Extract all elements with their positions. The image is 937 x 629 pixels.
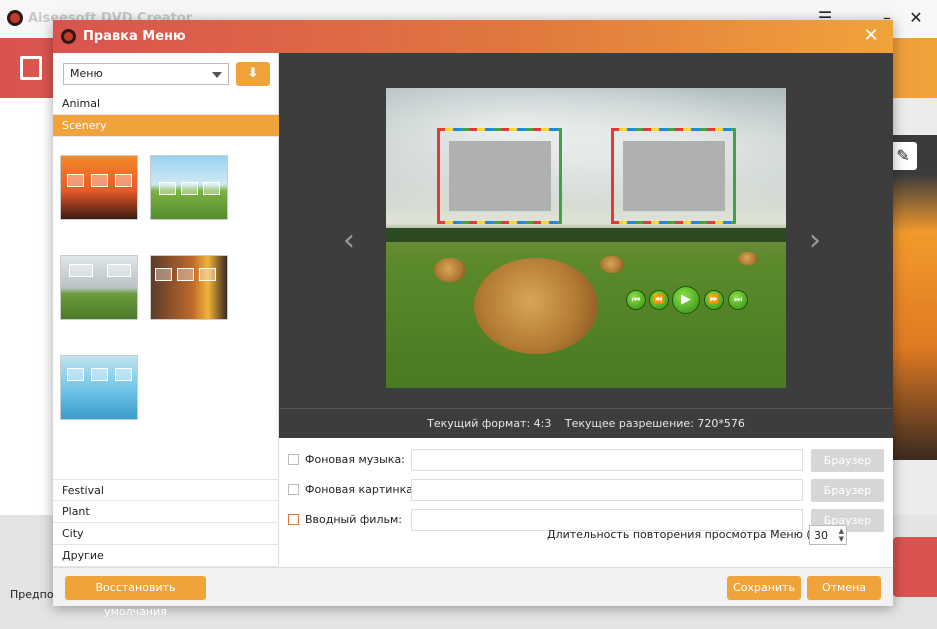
chapter-frame[interactable] — [437, 128, 562, 224]
edit-icon[interactable]: ✎ — [889, 142, 917, 170]
menu-type-select[interactable]: Меню — [63, 63, 229, 85]
stepper-arrows-icon[interactable]: ▲ ▼ — [839, 527, 844, 543]
hay-bale — [600, 256, 624, 273]
dialog-title: Правка Меню — [83, 29, 186, 44]
next-arrow-icon[interactable]: › — [809, 223, 821, 258]
category-plant[interactable]: Plant — [53, 501, 279, 523]
repeat-duration-stepper[interactable]: 30 ▲ ▼ — [809, 525, 847, 545]
preview-panel: ‹ › ⏮ ⏪ ▶ ⏩ ⏭ Текущий формат: 4:3 Текуще… — [279, 53, 893, 567]
category-animal[interactable]: Animal — [53, 93, 279, 115]
cancel-button[interactable]: Отмена — [807, 576, 881, 600]
restore-defaults-button[interactable]: Восстановить умолчания — [65, 576, 206, 618]
chapter-frame[interactable] — [611, 128, 736, 224]
last-chapter-icon[interactable]: ⏭ — [728, 290, 748, 310]
hay-bale — [738, 252, 758, 265]
fast-forward-icon[interactable]: ⏩ — [704, 290, 724, 310]
intro-movie-label: Вводный фильм: — [305, 513, 402, 526]
background-preview-strip — [893, 135, 937, 460]
dialog-titlebar: Правка Меню ✕ — [53, 20, 893, 53]
close-icon[interactable]: ✕ — [905, 8, 927, 27]
format-info-bar: Текущий формат: 4:3 Текущее разрешение: … — [279, 408, 893, 438]
app-logo-icon — [7, 10, 23, 26]
category-city[interactable]: City — [53, 523, 279, 545]
background-music-checkbox[interactable] — [288, 454, 299, 465]
dialog-logo-icon — [61, 29, 76, 44]
template-thumbnail[interactable] — [150, 155, 228, 220]
repeat-duration-value: 30 — [814, 529, 828, 542]
background-image-label: Фоновая картинка: — [305, 483, 417, 496]
rewind-icon[interactable]: ⏪ — [649, 290, 669, 310]
intro-movie-checkbox[interactable] — [288, 514, 299, 525]
background-image-input[interactable] — [411, 479, 803, 501]
play-icon[interactable]: ▶ — [672, 286, 700, 314]
dialog-footer: Восстановить умолчания Сохранить Отмена — [53, 567, 893, 618]
background-image-row: Фоновая картинка: Браузер — [288, 479, 888, 502]
previous-arrow-icon[interactable]: ‹ — [343, 223, 355, 258]
category-scenery[interactable]: Scenery — [53, 115, 279, 137]
template-thumbnail[interactable] — [60, 355, 138, 420]
background-music-browse-button[interactable]: Браузер — [811, 449, 884, 472]
add-file-icon[interactable] — [20, 56, 42, 80]
background-music-input[interactable] — [411, 449, 803, 471]
template-thumbnail[interactable] — [60, 255, 138, 320]
background-music-label: Фоновая музыка: — [305, 453, 405, 466]
save-button[interactable]: Сохранить — [727, 576, 801, 600]
template-panel: Меню ⬇ Animal Scenery Festival Plant Cit… — [53, 53, 279, 567]
repeat-duration-label: Длительность повторения просмотра Меню (… — [547, 528, 839, 541]
current-resolution: Текущее разрешение: 720*576 — [564, 417, 745, 430]
background-image-browse-button[interactable]: Браузер — [811, 479, 884, 502]
menu-type-select-value: Меню — [70, 67, 103, 80]
category-festival[interactable]: Festival — [53, 479, 279, 501]
category-other[interactable]: Другие — [53, 545, 279, 567]
download-icon: ⬇ — [247, 66, 259, 81]
hay-bale — [434, 258, 466, 282]
menu-edit-dialog: Правка Меню ✕ Меню ⬇ Animal Scenery Fest… — [53, 20, 893, 618]
background-create-button[interactable] — [893, 537, 937, 597]
background-music-row: Фоновая музыка: Браузер — [288, 449, 888, 472]
template-thumbnail[interactable] — [150, 255, 228, 320]
preview-area: ‹ › ⏮ ⏪ ▶ ⏩ ⏭ — [279, 53, 893, 408]
download-button[interactable]: ⬇ — [236, 62, 270, 86]
dialog-close-icon[interactable]: ✕ — [861, 25, 881, 47]
current-format: Текущий формат: 4:3 — [427, 417, 552, 430]
template-thumbnail[interactable] — [60, 155, 138, 220]
first-chapter-icon[interactable]: ⏮ — [626, 290, 646, 310]
background-image-checkbox[interactable] — [288, 484, 299, 495]
menu-preview-image: ⏮ ⏪ ▶ ⏩ ⏭ — [386, 88, 786, 388]
hay-bale — [474, 258, 598, 354]
chevron-down-icon — [212, 72, 222, 78]
